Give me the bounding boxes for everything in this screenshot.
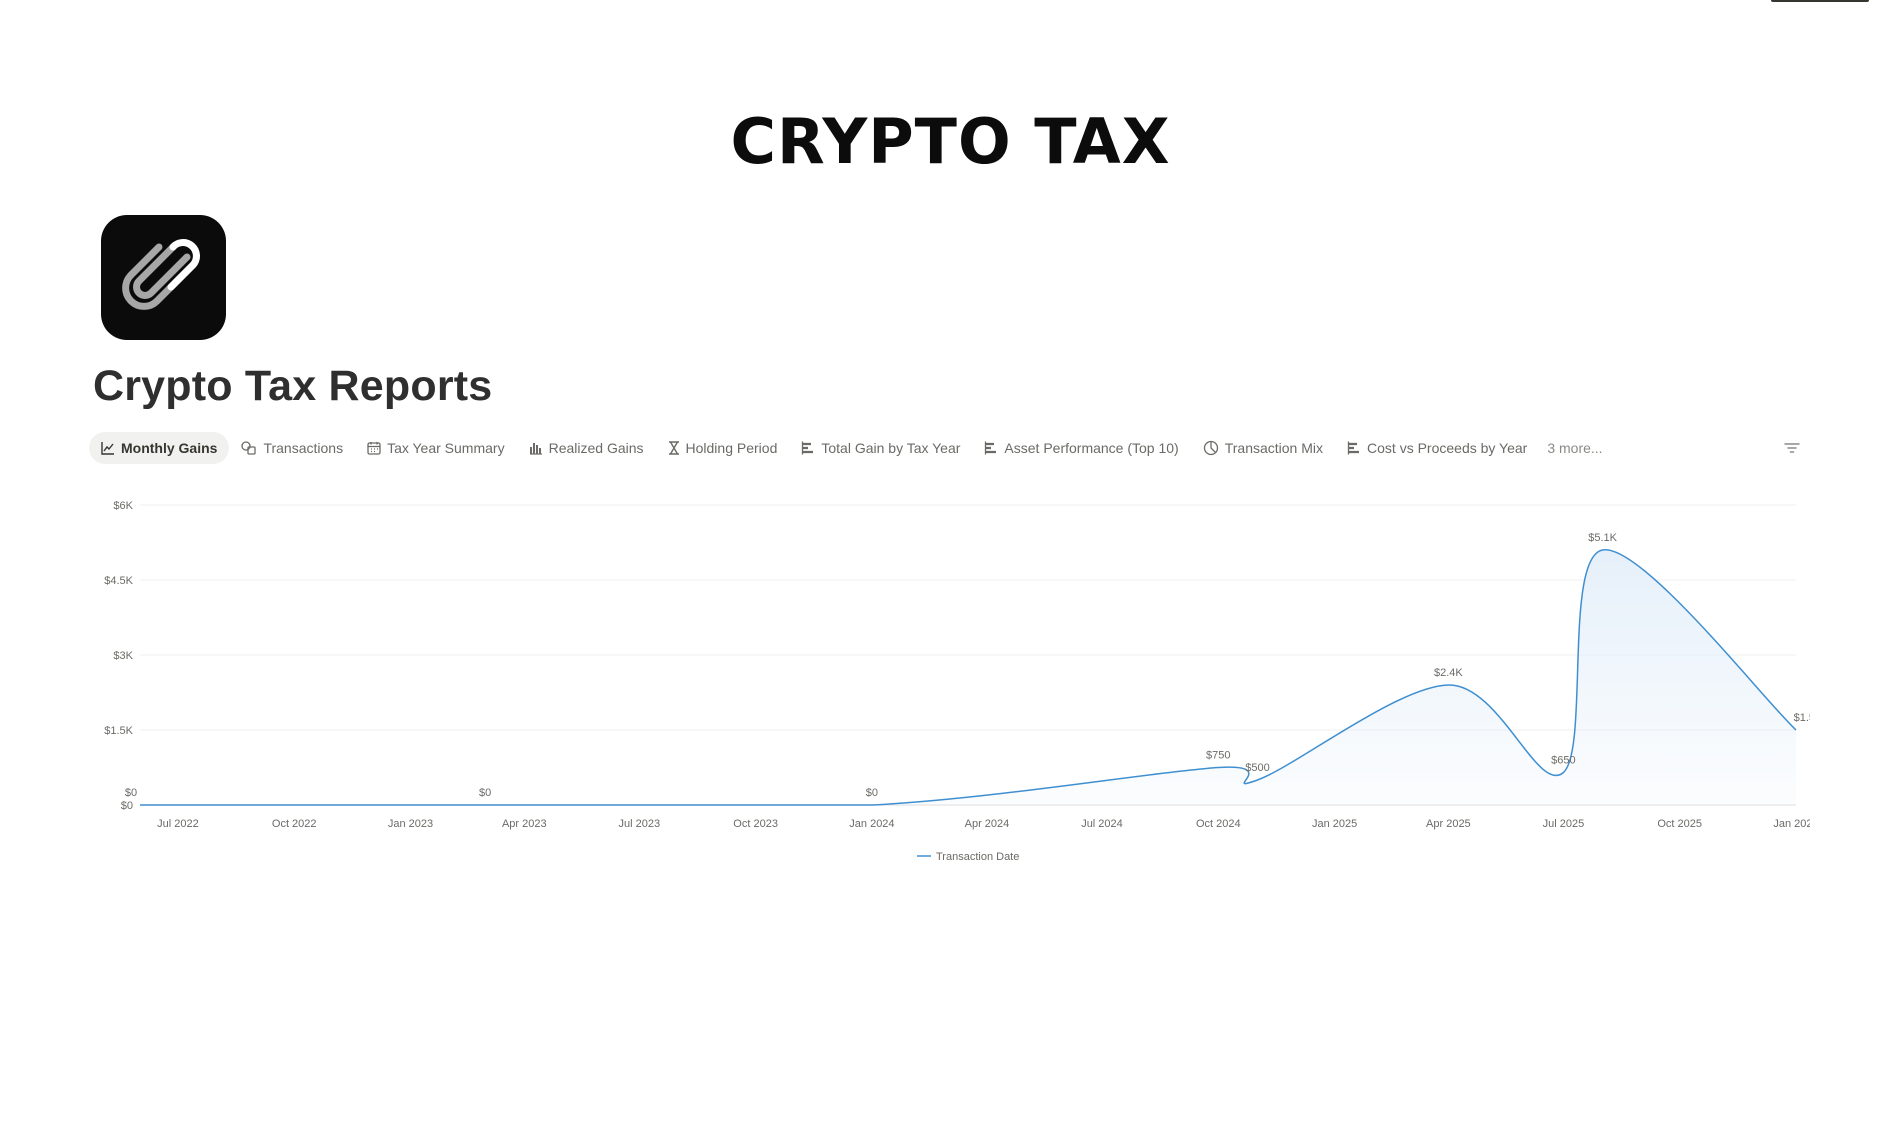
tab-holding-period[interactable]: Holding Period <box>656 432 790 464</box>
tab-total-gain-by-tax-year[interactable]: Total Gain by Tax Year <box>789 432 972 464</box>
series-area <box>140 549 1796 805</box>
top-corner-tab[interactable] <box>1771 0 1869 2</box>
tab-tax-year-summary[interactable]: Tax Year Summary <box>355 432 517 464</box>
calendar-icon <box>367 442 381 455</box>
hourglass-icon <box>668 441 679 455</box>
tab-monthly-gains[interactable]: Monthly Gains <box>89 432 230 464</box>
y-tick-label: $3K <box>113 650 133 662</box>
legend-label: Transaction Date <box>936 851 1019 863</box>
y-tick-label: $0 <box>121 800 133 812</box>
tab-realized-gains[interactable]: Realized Gains <box>517 432 656 464</box>
x-tick-label: Apr 2025 <box>1426 818 1471 830</box>
tab-label: Cost vs Proceeds by Year <box>1367 440 1528 456</box>
tab-cost-vs-proceeds-by-year[interactable]: Cost vs Proceeds by Year <box>1335 432 1539 464</box>
tab-asset-performance-top-10[interactable]: Asset Performance (Top 10) <box>972 432 1190 464</box>
x-tick-label: Jan 2023 <box>388 818 433 830</box>
x-tick-label: Jan 2025 <box>1312 818 1357 830</box>
tab-label: Transaction Mix <box>1224 440 1324 456</box>
data-label: $0 <box>866 787 878 799</box>
bars-icon <box>529 443 542 455</box>
x-tick-label: Oct 2025 <box>1657 818 1702 830</box>
tab-label: Total Gain by Tax Year <box>821 440 961 456</box>
tab-label: Holding Period <box>685 440 778 456</box>
series-line <box>140 549 1797 806</box>
monthly-gains-chart: $0 $1.5K $3K $4.5K $6K Jul 2022 Oct 2022 Jan 20… <box>104 500 1810 863</box>
data-label: $0 <box>479 787 491 799</box>
tab-transactions[interactable]: Transactions <box>229 432 355 464</box>
data-label: $500 <box>1245 762 1269 774</box>
tab-label: Tax Year Summary <box>387 440 505 456</box>
data-label: $0 <box>125 787 137 799</box>
view-tabs: Monthly Gains Transactions Tax Year Summ… <box>89 432 1611 464</box>
tab-label: Transactions <box>263 440 344 456</box>
y-tick-label: $4.5K <box>104 575 133 587</box>
paperclip-icon-graphic <box>121 238 200 310</box>
x-tick-label: Jul 2025 <box>1543 818 1585 830</box>
tab-label: Monthly Gains <box>121 440 218 456</box>
x-tick-label: Jul 2024 <box>1081 818 1123 830</box>
line-chart-icon <box>101 442 114 455</box>
y-tick-label: $6K <box>113 500 133 512</box>
x-tick-label: Oct 2022 <box>272 818 317 830</box>
data-label: $5.1K <box>1588 532 1617 544</box>
data-label: $750 <box>1206 750 1230 762</box>
x-tick-label: Apr 2024 <box>965 818 1010 830</box>
x-tick-label: Oct 2024 <box>1196 818 1241 830</box>
pie-icon <box>1203 440 1218 456</box>
y-tick-label: $1.5K <box>104 725 133 737</box>
horizontal-bar-icon <box>802 441 814 455</box>
horizontal-bar-icon <box>985 441 997 455</box>
paperclip-icon[interactable] <box>101 215 226 340</box>
shapes-icon <box>241 441 257 455</box>
x-tick-label: Jul 2023 <box>619 818 661 830</box>
banner-title: CRYPTO TAX <box>730 105 1171 178</box>
x-tick-label: Apr 2023 <box>502 818 547 830</box>
filter-icon[interactable] <box>1782 441 1802 455</box>
tab-label: Asset Performance (Top 10) <box>1004 440 1179 456</box>
horizontal-bar-icon <box>1347 441 1360 455</box>
data-label: $2.4K <box>1434 667 1463 679</box>
tab-transaction-mix[interactable]: Transaction Mix <box>1191 432 1335 464</box>
x-tick-label: Oct 2023 <box>733 818 778 830</box>
more-tabs-button[interactable]: 3 more... <box>1539 432 1610 464</box>
x-tick-label: Jan 2024 <box>849 818 894 830</box>
x-tick-label: Jul 2022 <box>157 818 199 830</box>
data-label: $650 <box>1551 755 1575 767</box>
tab-label: Realized Gains <box>548 440 644 456</box>
page-title: Crypto Tax Reports <box>93 362 493 410</box>
x-tick-label: Jan 2026 <box>1773 818 1810 830</box>
data-label: $1.5K <box>1794 712 1810 724</box>
